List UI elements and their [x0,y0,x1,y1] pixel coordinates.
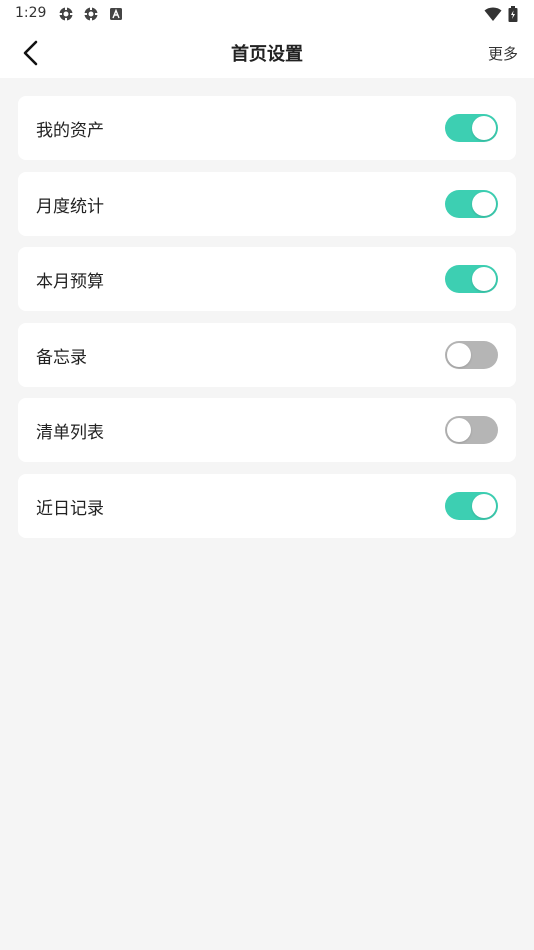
wifi-icon [484,7,502,21]
toggle-knob [472,493,496,518]
setting-row-my-assets: 我的资产 [18,96,516,160]
toggle-switch[interactable] [445,340,498,369]
toggle-switch[interactable] [445,265,498,294]
toggle-knob [447,418,471,443]
toggle-knob [472,116,496,140]
toggle-switch[interactable] [445,114,498,142]
toggle-knob [472,267,496,292]
settings-list: 我的资产 月度统计 本月预算 备忘录 清单列表 近日记录 [18,96,516,550]
setting-row-checklist: 清单列表 [18,398,516,463]
page-title: 首页设置 [231,44,303,65]
toggle-switch[interactable] [445,491,498,520]
setting-row-monthly-budget: 本月预算 [18,247,516,312]
app-bar: 首页设置 更多 [0,28,534,78]
setting-row-memo: 备忘录 [18,322,516,387]
settings-gear-icon [84,7,98,21]
status-time: 1:29 [15,5,47,21]
toggle-switch[interactable] [445,416,498,445]
setting-row-recent-records: 近日记录 [18,473,516,538]
toggle-knob [447,342,471,367]
setting-label: 近日记录 [36,498,104,519]
setting-label: 备忘录 [36,347,87,368]
setting-label: 我的资产 [36,121,104,141]
toggle-knob [472,191,496,216]
more-button[interactable]: 更多 [488,43,518,64]
status-bar: 1:29 [0,0,534,28]
setting-row-monthly-stats: 月度统计 [18,171,516,236]
setting-label: 清单列表 [36,423,104,444]
toggle-switch[interactable] [445,189,498,218]
battery-icon [508,6,518,22]
setting-label: 月度统计 [36,196,104,217]
setting-label: 本月预算 [36,272,104,293]
font-a-icon [110,8,122,20]
settings-gear-icon [59,7,73,21]
